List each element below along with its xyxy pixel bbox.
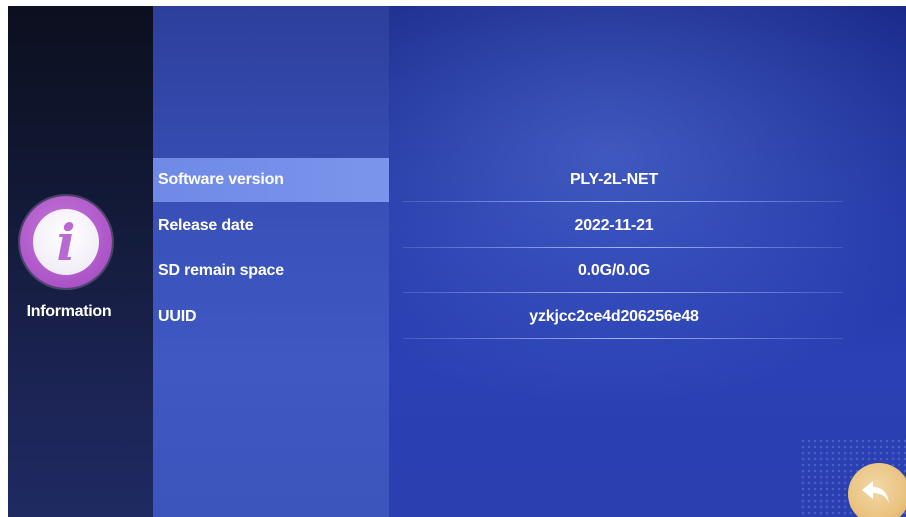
info-row-sd-remain-space[interactable]: SD remain space 0.0G/0.0G	[153, 249, 906, 293]
back-button[interactable]	[848, 463, 906, 517]
row-divider	[403, 292, 843, 293]
info-icon-glyph: i	[56, 213, 76, 272]
info-row-release-date[interactable]: Release date 2022-11-21	[153, 204, 906, 248]
sidebar-title: Information	[26, 303, 112, 320]
back-arrow-icon	[862, 481, 889, 503]
row-divider	[403, 247, 843, 248]
row-divider	[403, 338, 843, 339]
info-icon: i	[20, 196, 112, 288]
row-value: PLY-2L-NET	[569, 171, 659, 188]
device-screen: i Information Software version PLY-2L-NE…	[8, 6, 906, 517]
row-label: SD remain space	[158, 262, 284, 279]
info-icon-face: i	[33, 209, 99, 275]
row-value: 2022-11-21	[574, 217, 654, 234]
row-value: 0.0G/0.0G	[577, 262, 651, 279]
info-row-uuid[interactable]: UUID yzkjcc2ce4d206256e48	[153, 295, 906, 339]
row-value: yzkjcc2ce4d206256e48	[529, 308, 699, 325]
row-label: Release date	[158, 217, 254, 234]
row-label: UUID	[158, 308, 197, 325]
info-row-software-version[interactable]: Software version PLY-2L-NET	[153, 158, 906, 202]
row-label: Software version	[158, 171, 284, 188]
row-divider	[403, 201, 843, 202]
sidebar: i Information	[8, 6, 153, 517]
